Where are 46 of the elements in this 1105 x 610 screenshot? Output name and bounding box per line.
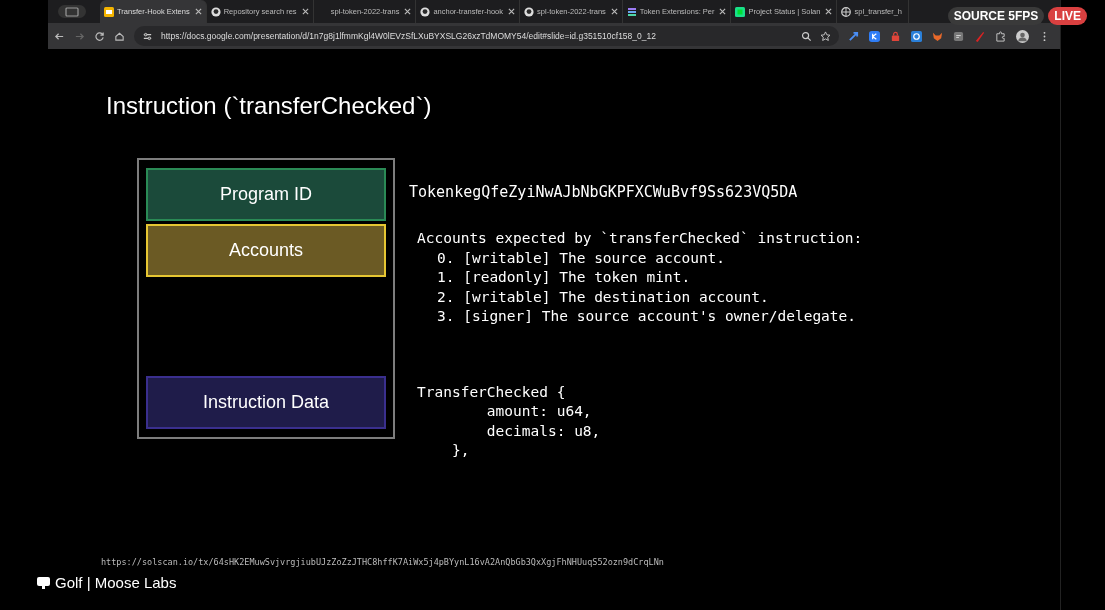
puzzle-icon[interactable] xyxy=(995,30,1006,42)
instruction-block: Instruction Data xyxy=(146,376,386,429)
code-line: amount: u64, xyxy=(485,402,593,421)
close-icon[interactable] xyxy=(508,8,516,15)
extension-icon[interactable] xyxy=(911,30,922,42)
slides-icon xyxy=(104,6,114,17)
instruction-block: Accounts xyxy=(146,224,386,277)
site-settings-icon[interactable] xyxy=(142,30,153,42)
account-item: 1. [readonly] The token mint. xyxy=(436,268,692,287)
source-badge: SOURCE 5FPS xyxy=(947,7,1045,25)
live-badge: LIVE xyxy=(1048,7,1087,25)
reload-icon[interactable] xyxy=(94,30,105,42)
program-id: TokenkegQfeZyiNwAJbNbGKPFXCWuBvf9Ss623VQ5DA xyxy=(409,183,799,201)
window-icon xyxy=(65,6,79,17)
code-line: }, xyxy=(450,441,471,460)
globe-icon xyxy=(841,6,852,17)
accounts-heading: Accounts expected by `transferChecked` instruction: xyxy=(417,229,863,248)
star-icon[interactable] xyxy=(820,30,831,42)
instruction-block: Program ID xyxy=(146,168,386,221)
stack-icon xyxy=(626,6,637,17)
account-item: 0. [writable] The source account. xyxy=(436,248,727,268)
close-icon[interactable] xyxy=(194,8,202,15)
search-icon[interactable] xyxy=(801,30,812,42)
sheet-icon xyxy=(735,6,746,17)
pen-icon[interactable] xyxy=(974,30,985,42)
close-icon[interactable] xyxy=(404,8,412,15)
fox-icon[interactable] xyxy=(932,30,943,42)
extension-icon[interactable] xyxy=(869,30,880,42)
slide-title: Instruction (`transferChecked`) xyxy=(106,92,433,120)
address-bar[interactable]: https://docs.google.com/presentation/d/1n7g8j1lfmmKgl4W0lEVzSfLXuBYXSLG26xzTdMOMY54/edit#slide=id.g351510cf158_0_12 xyxy=(134,26,839,46)
monitor-icon xyxy=(37,576,50,589)
account-item: 3. [signer] The source account's owner/delegate. xyxy=(436,307,858,326)
close-icon[interactable] xyxy=(719,8,727,15)
close-icon[interactable] xyxy=(301,8,309,15)
close-icon[interactable] xyxy=(610,8,618,15)
transaction-link[interactable]: https://solscan.io/tx/64sHK2EMuwSvjvrgjiubUJzZoZzJTHC8hffK7AiWx5j4pBYynL16vA2AnQbGb3QxXgjFhNHUuqS52ozn9dCrqLNn xyxy=(101,556,664,567)
code-line: TransferChecked { xyxy=(417,382,567,402)
code-line: decimals: u8, xyxy=(485,421,602,441)
close-icon[interactable] xyxy=(825,8,833,15)
lock-icon[interactable] xyxy=(890,30,901,42)
account-item: 2. [writable] The destination account. xyxy=(436,287,770,307)
channel-name: Golf | Moose Labs xyxy=(55,575,177,590)
avatar-icon[interactable] xyxy=(1016,29,1029,43)
home-icon[interactable] xyxy=(114,30,125,42)
chat-icon[interactable] xyxy=(953,30,964,42)
tab-search-button[interactable] xyxy=(58,5,86,18)
